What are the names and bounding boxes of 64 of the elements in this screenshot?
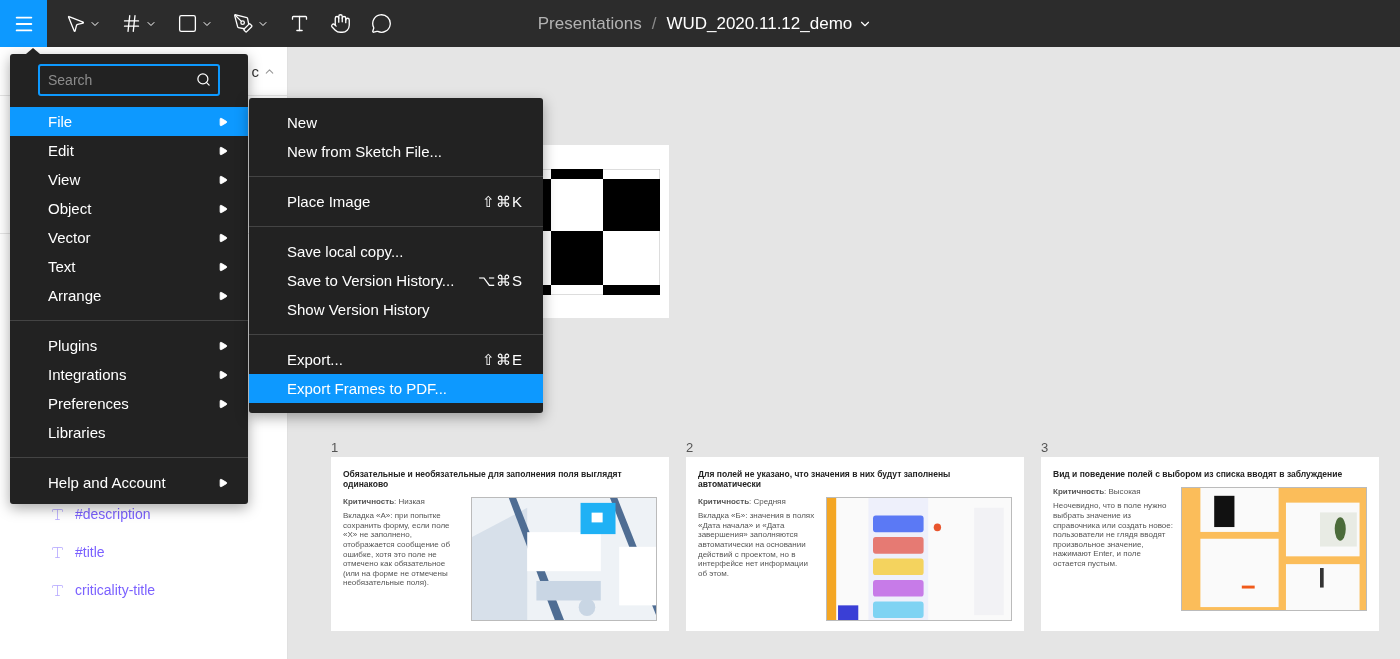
menu-item[interactable]: Arrange [10, 281, 248, 310]
text-layer-icon [50, 582, 65, 598]
search-icon [196, 72, 211, 87]
layer-name[interactable]: #description [75, 506, 151, 522]
criticality-text: Критичность: Высокая [1053, 486, 1142, 497]
breadcrumb-separator: / [651, 13, 657, 34]
criticality-text: Критичность: Низкая [343, 496, 426, 507]
text-icon [289, 13, 310, 34]
menu-item[interactable]: Integrations [10, 360, 248, 389]
search-field[interactable]: Search [38, 64, 220, 96]
layer-name[interactable]: criticality-title [75, 582, 156, 598]
menu-item[interactable]: Show Version History [249, 295, 543, 324]
submenu-arrow-icon [218, 398, 228, 409]
frame-number: 2 [686, 440, 694, 455]
text-layer-icon [50, 544, 65, 560]
frame-title: Обязательные и необязательные для заполнения поля выглядят одинаково [343, 470, 623, 490]
frame-card[interactable] [686, 457, 1024, 631]
frame-title: Вид и поведение полей с выбором из списка вводят в заблуждение [1053, 470, 1344, 480]
rectangle-icon [177, 13, 198, 34]
frame-icon [121, 13, 142, 34]
menu-item[interactable]: New [249, 108, 543, 137]
menu-item[interactable]: View [10, 165, 248, 194]
submenu-arrow-icon [218, 232, 228, 243]
description-text: Неочевидно, что в поле нужно выбрать значение из справочника или создать новое: пользователи не глядя вводят произвольное значение, нажимают Enter, и поле остается пустым. [1053, 501, 1173, 569]
submenu-arrow-icon [218, 116, 228, 127]
menu-item[interactable]: Export... ⇧⌘E [249, 345, 543, 374]
text-layer-icon [50, 506, 65, 522]
submenu-arrow-icon [218, 369, 228, 380]
frame-card[interactable] [1041, 457, 1379, 631]
submenu-arrow-icon [218, 290, 228, 301]
menu-item[interactable]: Text [10, 252, 248, 281]
menu-item[interactable]: Preferences [10, 389, 248, 418]
frame-number: 1 [331, 440, 339, 455]
pen-icon [233, 13, 254, 34]
menu-item[interactable]: Place Image ⇧⌘K [249, 187, 543, 216]
project-name[interactable]: Presentations [537, 13, 642, 34]
submenu-arrow-icon [218, 145, 228, 156]
frame-number: 3 [1041, 440, 1049, 455]
file-name-button[interactable]: WUD_2020.11.12_demo [666, 13, 873, 34]
submenu-arrow-icon [218, 477, 228, 488]
menu-item[interactable]: Libraries [10, 418, 248, 447]
menu-button[interactable] [0, 0, 47, 47]
description-text: Вкладка «А»: при попытке сохранить форму, если поле «Х» не заполнено, отображается сообщение об ошибке, хотя это поле не отмечено как обязательное (или на форме не отмечены необязательные поля). [343, 511, 451, 588]
menu-item[interactable]: Object [10, 194, 248, 223]
description-text: Вкладка «Б»: значения в полях «Дата начала» и «Дата завершения» заполняются автоматически на основании действий с проектом, но в интерфейсе нет информации об этом. [698, 511, 816, 579]
cursor-icon [65, 13, 86, 34]
menu-item[interactable]: Save local copy... [249, 237, 543, 266]
submenu-arrow-icon [218, 261, 228, 272]
menu-item[interactable]: Edit [10, 136, 248, 165]
hand-icon [330, 13, 351, 34]
menu-item[interactable]: Save to Version History... ⌥⌘S [249, 266, 543, 295]
submenu-arrow-icon [218, 340, 228, 351]
menu-item[interactable]: New from Sketch File... [249, 137, 543, 166]
submenu-arrow-icon [218, 174, 228, 185]
frame-title: Для полей не указано, что значения в них будут заполнены автоматически [698, 470, 952, 490]
menu-item[interactable]: Help and Account [10, 468, 248, 497]
submenu-arrow-icon [218, 203, 228, 214]
frame-card[interactable] [331, 457, 669, 631]
menu-item[interactable]: Plugins [10, 331, 248, 360]
menu-item[interactable]: Vector [10, 223, 248, 252]
layer-name[interactable]: #title [75, 544, 105, 560]
criticality-text: Критичность: Средняя [698, 496, 787, 507]
section-title: c [251, 62, 259, 80]
comment-icon [371, 13, 392, 34]
